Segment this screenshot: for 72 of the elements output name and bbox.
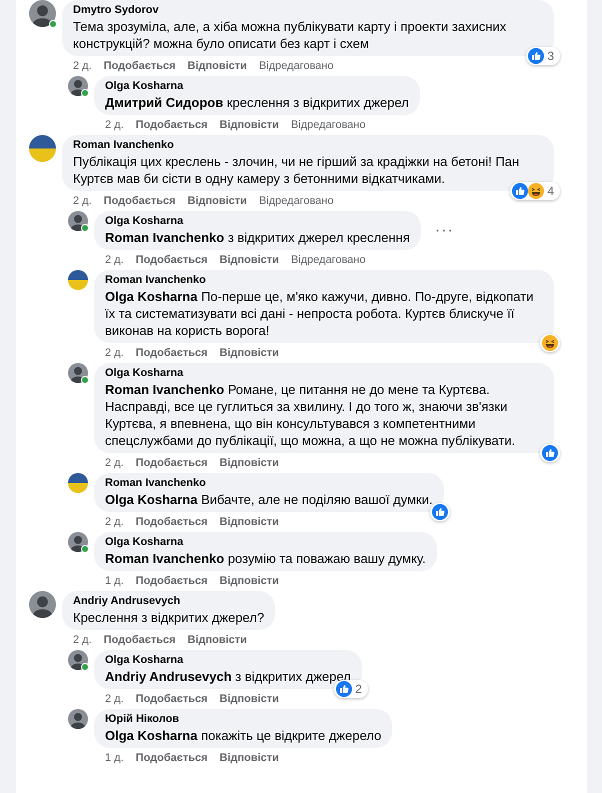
timestamp[interactable]: 2 д. <box>73 194 92 208</box>
comment-text: Olga Kosharna Вибачте, але не поділяю вашої думки. <box>105 491 433 508</box>
reply-link[interactable]: Відповісти <box>220 456 279 470</box>
author-name[interactable]: Dmytro Sydorov <box>73 3 543 18</box>
reply-link[interactable]: Відповісти <box>220 692 279 706</box>
edited-label: Відредаговано <box>290 253 366 267</box>
author-name[interactable]: Юрій Ніколов <box>105 712 382 727</box>
timestamp[interactable]: 2 д. <box>105 515 124 529</box>
edited-label: Відредаговано <box>258 194 334 208</box>
avatar[interactable] <box>68 76 88 96</box>
avatar[interactable] <box>68 211 88 231</box>
like-link[interactable]: Подобається <box>136 346 208 360</box>
timestamp[interactable]: 1 д. <box>105 574 124 588</box>
more-options-button[interactable]: ··· <box>430 222 458 238</box>
reply-link[interactable]: Відповісти <box>188 633 247 647</box>
timestamp[interactable]: 2 д. <box>105 253 124 267</box>
comment-text: Roman Ivanchenko розумію та поважаю вашу думку. <box>105 550 426 567</box>
author-name[interactable]: Olga Kosharna <box>105 79 409 94</box>
comment-text: Дмитрий Сидоров креслення з відкритих джерел <box>105 94 409 111</box>
reply-link[interactable]: Відповісти <box>220 515 279 529</box>
comment-text: Olga Kosharna покажіть це відкрите джерело <box>105 727 382 744</box>
reply-link[interactable]: Відповісти <box>220 118 279 132</box>
timestamp[interactable]: 2 д. <box>105 456 124 470</box>
avatar[interactable] <box>29 591 56 618</box>
timestamp[interactable]: 2 д. <box>105 692 124 706</box>
author-name[interactable]: Roman Ivanchenko <box>105 476 433 491</box>
flag-avatar[interactable] <box>29 135 56 162</box>
reply-link[interactable]: Відповісти <box>220 253 279 267</box>
avatar[interactable] <box>68 532 88 552</box>
avatar[interactable] <box>29 0 56 27</box>
reply-link[interactable]: Відповісти <box>188 59 247 73</box>
timestamp[interactable]: 2 д. <box>73 59 92 73</box>
avatar[interactable] <box>68 709 88 729</box>
like-link[interactable]: Подобається <box>136 574 208 588</box>
like-link[interactable]: Подобається <box>136 692 208 706</box>
like-link[interactable]: Подобається <box>104 633 176 647</box>
avatar[interactable] <box>68 650 88 670</box>
timestamp[interactable]: 2 д. <box>105 346 124 360</box>
author-name[interactable]: Olga Kosharna <box>105 214 410 229</box>
like-link[interactable]: Подобається <box>136 456 208 470</box>
timestamp[interactable]: 1 д. <box>105 751 124 765</box>
comment-text: Roman Ivanchenko Романе, це питання не до мене та Куртєва. Насправді, все це гуглиться за хвилину. І до того ж, знаючи зв'язки Куртєва, я впевнена, що він консультувався з компетентними спецслужбами до публікації, що можна, а що не можна публікувати. <box>105 381 516 449</box>
reaction-badge[interactable]: 3 <box>526 47 560 65</box>
author-name[interactable]: Olga Kosharna <box>105 653 351 668</box>
reply-link[interactable]: Відповісти <box>188 194 247 208</box>
comment-text: Olga Kosharna По-перше це, м'яко кажучи, дивно. По-друге, відкопати їх та систематизувати всі дані - непроста робота. Куртєв блискуче її виконав на користь ворога! <box>105 288 534 339</box>
reply-link[interactable]: Відповісти <box>220 574 279 588</box>
reaction-badge[interactable]: 4 <box>510 182 560 200</box>
reply-link[interactable]: Відповісти <box>220 346 279 360</box>
like-link[interactable]: Подобається <box>136 118 208 132</box>
author-name[interactable]: Olga Kosharna <box>105 366 543 381</box>
timestamp[interactable]: 2 д. <box>73 633 92 647</box>
like-link[interactable]: Подобається <box>136 515 208 529</box>
author-name[interactable]: Roman Ivanchenko <box>73 138 543 153</box>
like-link[interactable]: Подобається <box>104 194 176 208</box>
edited-label: Відредаговано <box>290 118 366 132</box>
like-link[interactable]: Подобається <box>104 59 176 73</box>
like-link[interactable]: Подобається <box>136 253 208 267</box>
flag-avatar[interactable] <box>68 473 88 493</box>
author-name[interactable]: Roman Ivanchenko <box>105 273 543 288</box>
timestamp[interactable]: 2 д. <box>105 118 124 132</box>
edited-label: Відредаговано <box>258 59 334 73</box>
flag-avatar[interactable] <box>68 270 88 290</box>
reply-link[interactable]: Відповісти <box>220 751 279 765</box>
like-link[interactable]: Подобається <box>136 751 208 765</box>
comment-text: Тема зрозуміла, але, а хіба можна публікувати карту і проекти захисних конструкцій? можна було описати без карт і схем <box>73 18 508 52</box>
reaction-badge[interactable]: 2 <box>334 680 368 698</box>
comment-text: Креслення з відкритих джерел? <box>73 609 264 626</box>
avatar[interactable] <box>68 363 88 383</box>
author-name[interactable]: Andriy Andrusevych <box>73 594 264 609</box>
comment-text: Roman Ivanchenko з відкритих джерел креслення <box>105 229 410 246</box>
author-name[interactable]: Olga Kosharna <box>105 535 426 550</box>
